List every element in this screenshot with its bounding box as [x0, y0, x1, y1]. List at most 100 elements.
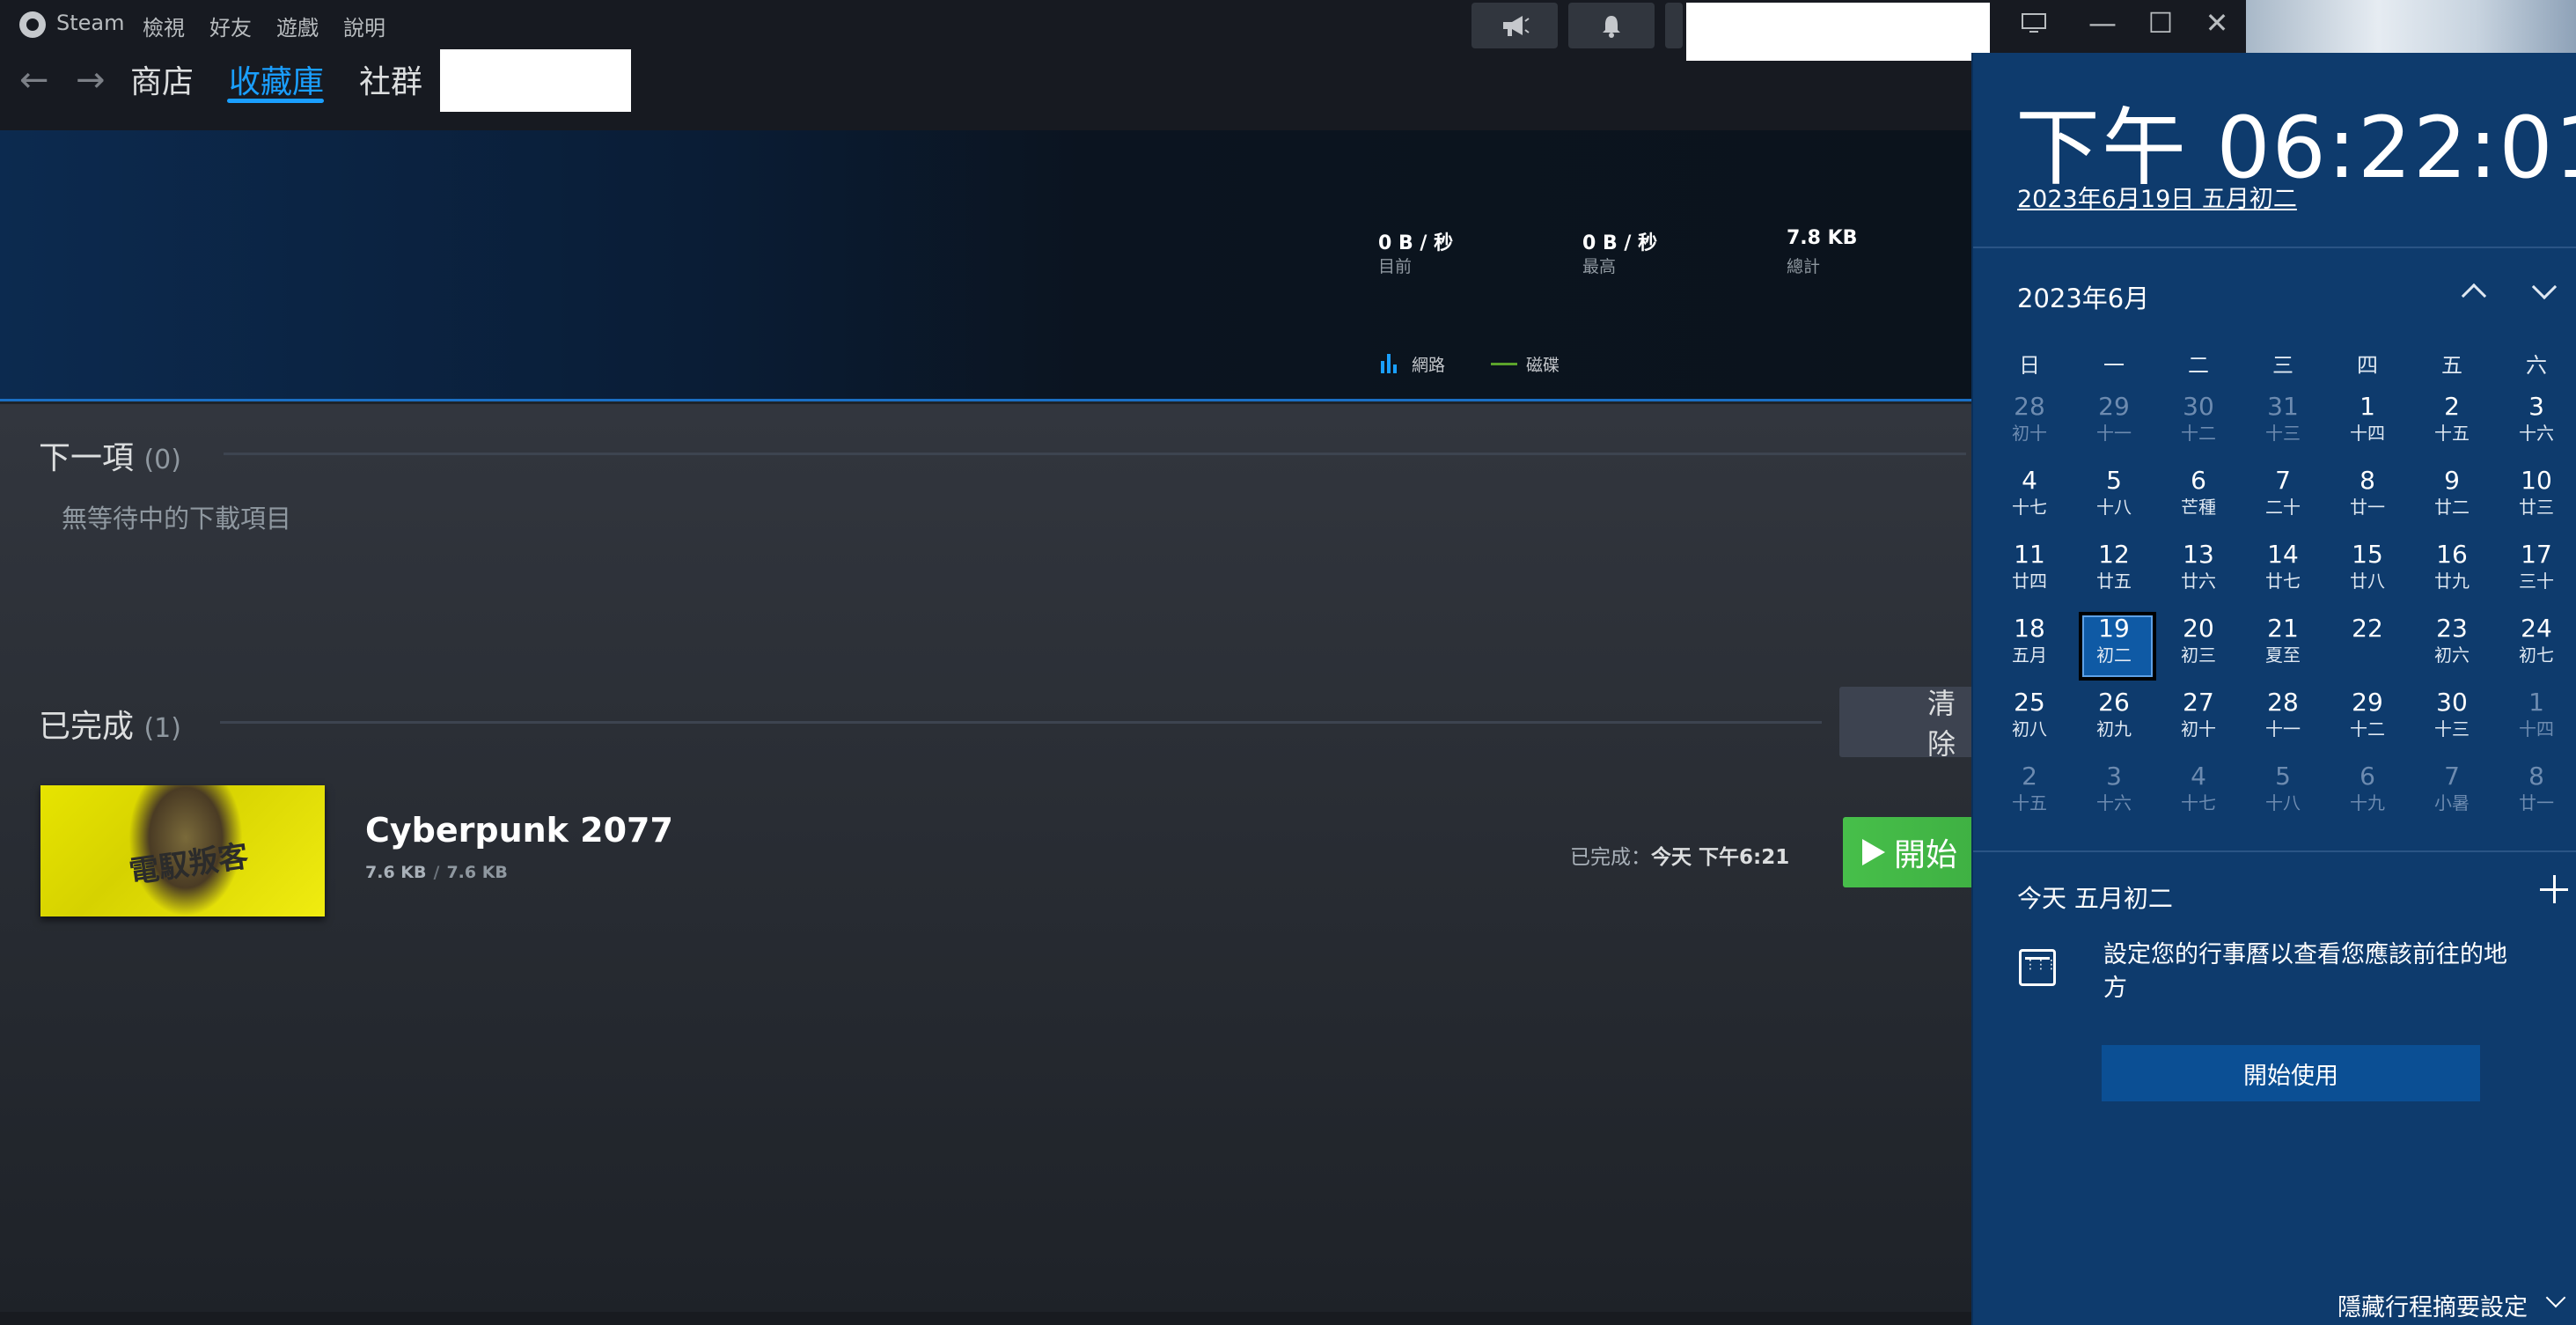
menu-steam[interactable]: Steam: [56, 11, 125, 35]
next-month-button[interactable]: [2524, 271, 2565, 312]
calendar-day[interactable]: 30 十三: [2410, 686, 2494, 760]
tab-library[interactable]: 收藏庫: [229, 56, 324, 102]
maximize-button[interactable]: ☐: [2132, 0, 2190, 46]
menu-games[interactable]: 遊戲: [276, 11, 319, 41]
calendar-day[interactable]: 12 廿五: [2072, 538, 2156, 612]
calendar-lunar-date: 十五: [2434, 423, 2470, 444]
close-icon: ✕: [2205, 6, 2229, 40]
calendar-lunar-date: 十四: [2350, 423, 2385, 444]
calendar-day[interactable]: 13 廿六: [2156, 538, 2241, 612]
plus-icon[interactable]: [2540, 875, 2568, 903]
calendar-day[interactable]: 27 初十: [2156, 686, 2241, 760]
calendar-day[interactable]: 3 十六: [2072, 760, 2156, 834]
calendar-day[interactable]: 4 十七: [1987, 464, 2072, 538]
calendar-day[interactable]: 29 十二: [2325, 686, 2410, 760]
calendar-day-number: 6: [2191, 466, 2206, 495]
calendar-divider: [1973, 850, 2576, 852]
calendar-day[interactable]: 10 廿三: [2494, 464, 2576, 538]
weekday-thu: 四: [2357, 353, 2378, 378]
tab-store[interactable]: 商店: [130, 56, 194, 102]
calendar-day[interactable]: 1 十四: [2494, 686, 2576, 760]
calendar-day[interactable]: 6 十九: [2325, 760, 2410, 834]
clock-divider: [1973, 247, 2576, 248]
calendar-day[interactable]: 2 十五: [2410, 390, 2494, 464]
calendar-lunar-date: 初十: [2181, 718, 2216, 740]
calendar-day[interactable]: 16 廿九: [2410, 538, 2494, 612]
calendar-lunar-date: 十五: [2012, 792, 2047, 813]
calendar-day[interactable]: 18 五月: [1987, 612, 2072, 686]
tab-community[interactable]: 社群: [359, 56, 422, 102]
bell-icon: [1603, 16, 1620, 38]
completed-timestamp: 已完成：今天 下午6:21: [1570, 846, 1790, 869]
game-title[interactable]: Cyberpunk 2077: [365, 811, 673, 850]
calendar-lunar-date: 十九: [2350, 792, 2385, 813]
announcements-button[interactable]: [1471, 3, 1558, 48]
calendar-day[interactable]: 30 十二: [2156, 390, 2241, 464]
calendar-day-number: 11: [2014, 540, 2045, 569]
calendar-day[interactable]: 22: [2325, 612, 2410, 686]
big-picture-button[interactable]: [2005, 0, 2063, 46]
calendar-lunar-date: 廿一: [2350, 497, 2385, 518]
calendar-day[interactable]: 28 十一: [2241, 686, 2325, 760]
menu-help[interactable]: 說明: [343, 11, 385, 41]
calendar-day[interactable]: 14 廿七: [2241, 538, 2325, 612]
previous-month-button[interactable]: [2454, 271, 2494, 312]
menu-friends[interactable]: 好友: [209, 11, 252, 41]
weekday-sun: 日: [2019, 353, 2040, 378]
calendar-day[interactable]: 3 十六: [2494, 390, 2576, 464]
calendar-day[interactable]: 26 初九: [2072, 686, 2156, 760]
calendar-day[interactable]: 8 廿一: [2325, 464, 2410, 538]
hide-agenda-link[interactable]: 隱藏行程摘要設定: [2337, 1288, 2528, 1322]
calendar-day-number: 12: [2098, 540, 2130, 569]
calendar-day[interactable]: 28 初十: [1987, 390, 2072, 464]
calendar-day[interactable]: 20 初三: [2156, 612, 2241, 686]
minimize-button[interactable]: —: [2073, 0, 2132, 46]
calendar-day[interactable]: 24 初七: [2494, 612, 2576, 686]
calendar-day[interactable]: 1 十四: [2325, 390, 2410, 464]
game-thumbnail[interactable]: 電馭叛客: [40, 785, 325, 916]
calendar-day[interactable]: 8 廿一: [2494, 760, 2576, 834]
calendar-day[interactable]: 9 廿二: [2410, 464, 2494, 538]
calendar-day[interactable]: 7 小暑: [2410, 760, 2494, 834]
clear-completed-button[interactable]: 清除: [1839, 687, 1971, 757]
weekday-fri: 五: [2441, 353, 2462, 378]
get-started-button[interactable]: 開始使用: [2102, 1045, 2480, 1101]
calendar-day[interactable]: 31 十三: [2241, 390, 2325, 464]
clock-date-link[interactable]: 2023年6月19日 五月初二: [2017, 180, 2297, 214]
username-redacted[interactable]: [440, 42, 631, 112]
back-arrow-icon[interactable]: ←: [19, 60, 49, 100]
calendar-day-number: 5: [2275, 762, 2291, 791]
calendar-day-today[interactable]: 19 初二: [2072, 612, 2156, 686]
calendar-day[interactable]: 15 廿八: [2325, 538, 2410, 612]
close-button[interactable]: ✕: [2188, 0, 2246, 46]
active-tab-underline: [227, 99, 324, 103]
notifications-button[interactable]: [1568, 3, 1655, 48]
calendar-day[interactable]: 21 夏至: [2241, 612, 2325, 686]
calendar-month-label[interactable]: 2023年6月: [2017, 278, 2149, 315]
play-button[interactable]: 開始: [1843, 817, 1971, 887]
calendar-day[interactable]: 23 初六: [2410, 612, 2494, 686]
calendar-lunar-date: 廿六: [2181, 570, 2216, 592]
queue-empty-message: 無等待中的下載項目: [62, 504, 292, 534]
calendar-day[interactable]: 7 二十: [2241, 464, 2325, 538]
calendar-lunar-date: 十三: [2265, 423, 2301, 444]
calendar-day[interactable]: 17 三十: [2494, 538, 2576, 612]
account-avatar-button[interactable]: [1665, 3, 1683, 48]
menu-view[interactable]: 檢視: [143, 11, 185, 41]
clock-calendar-flyout: 下午 06:22:01 2023年6月19日 五月初二 2023年6月 日 一 …: [1971, 53, 2576, 1325]
chevron-down-icon[interactable]: [2545, 1287, 2566, 1308]
current-speed-label: 目前: [1378, 257, 1413, 276]
forward-arrow-icon[interactable]: →: [76, 60, 106, 100]
calendar-day[interactable]: 25 初八: [1987, 686, 2072, 760]
calendar-lunar-date: 廿八: [2350, 570, 2385, 592]
calendar-day[interactable]: 5 十八: [2072, 464, 2156, 538]
calendar-day[interactable]: 11 廿四: [1987, 538, 2072, 612]
steam-window: ← → 商店 收藏庫 社群 0 B / 秒 目前 0 B / 秒 最高 7.8 …: [0, 0, 1971, 1325]
calendar-day-number: 31: [2267, 392, 2299, 421]
calendar-day[interactable]: 6 芒種: [2156, 464, 2241, 538]
calendar-day[interactable]: 4 十七: [2156, 760, 2241, 834]
calendar-day[interactable]: 5 十八: [2241, 760, 2325, 834]
calendar-day[interactable]: 2 十五: [1987, 760, 2072, 834]
calendar-day[interactable]: 29 十一: [2072, 390, 2156, 464]
account-name-redacted[interactable]: [1686, 3, 1990, 61]
